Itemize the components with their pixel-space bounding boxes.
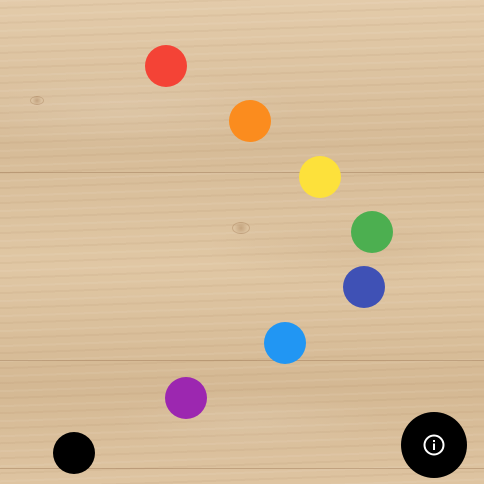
- dot-purple[interactable]: [165, 377, 207, 419]
- info-icon: [423, 434, 445, 456]
- dot-red[interactable]: [145, 45, 187, 87]
- dot-black[interactable]: [53, 432, 95, 474]
- dot-green[interactable]: [351, 211, 393, 253]
- wood-knot: [30, 96, 44, 105]
- dot-yellow[interactable]: [299, 156, 341, 198]
- wooden-board: [0, 0, 484, 484]
- dot-blue[interactable]: [264, 322, 306, 364]
- plank-seam: [0, 172, 484, 173]
- dot-orange[interactable]: [229, 100, 271, 142]
- wood-knot: [232, 222, 250, 234]
- info-button[interactable]: [401, 412, 467, 478]
- dot-indigo[interactable]: [343, 266, 385, 308]
- plank-seam: [0, 360, 484, 361]
